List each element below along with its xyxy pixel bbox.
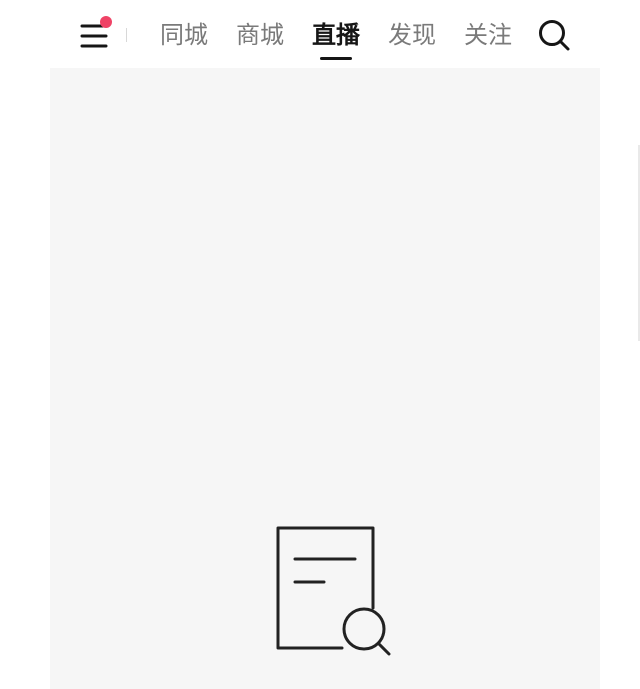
document-search-icon [276,526,391,656]
tab-label: 关注 [464,21,512,49]
tab-discover[interactable]: 发现 [374,14,450,58]
search-button[interactable] [537,18,571,52]
active-tab-indicator [320,57,352,60]
tab-label: 发现 [388,21,436,49]
tab-bar: 同城 商城 直播 发现 关注 [146,14,526,62]
tab-label: 同城 [160,21,208,49]
menu-divider [126,28,127,42]
top-navigation-bar: 同城 商城 直播 发现 关注 [0,0,640,68]
tab-label: 直播 [312,21,360,49]
content-area [50,68,600,689]
menu-button[interactable] [78,16,116,52]
search-icon [539,20,570,51]
tab-same-city[interactable]: 同城 [146,14,222,58]
notification-dot [100,16,112,28]
tab-label: 商城 [236,21,284,49]
tab-mall[interactable]: 商城 [222,14,298,58]
tab-live[interactable]: 直播 [298,14,374,60]
tab-following[interactable]: 关注 [450,14,526,58]
